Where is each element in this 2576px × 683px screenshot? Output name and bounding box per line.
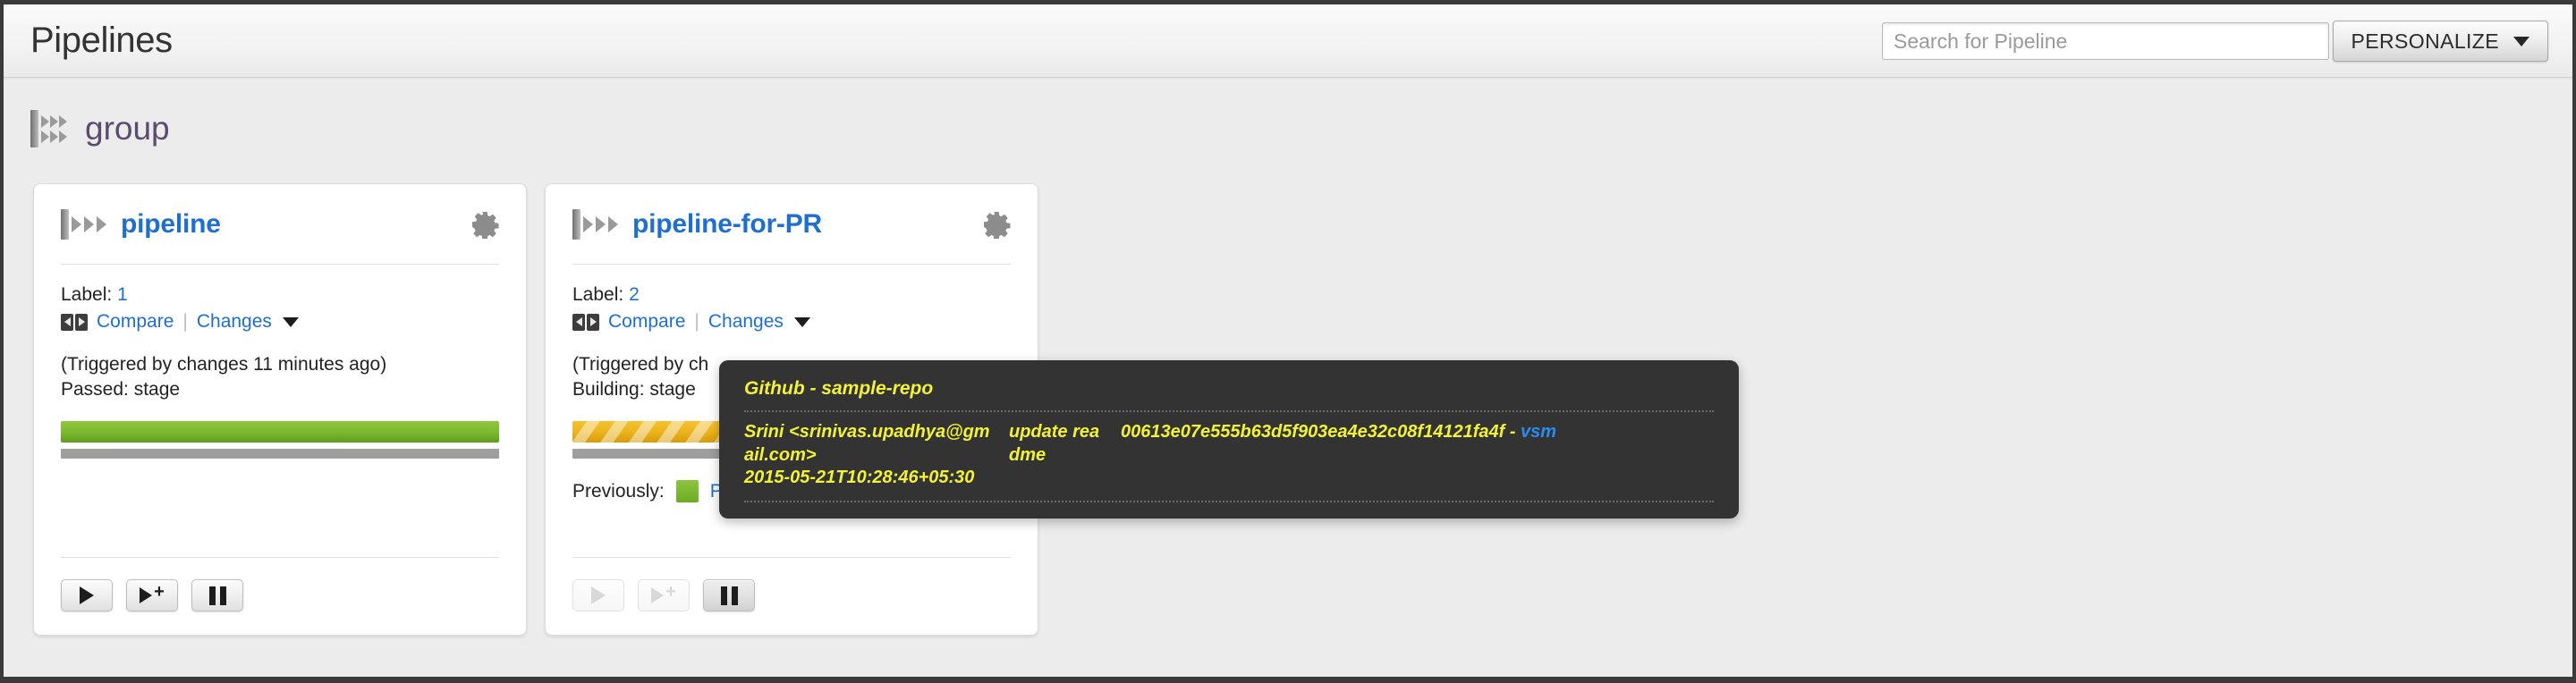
pipeline-stage-bars [61,421,499,460]
compare-link[interactable]: Compare [97,311,174,333]
chevron-down-icon[interactable] [793,316,810,327]
tooltip-timestamp: 2015-05-21T10:28:46+05:30 [744,468,975,488]
search-input[interactable] [1882,22,2329,60]
pipeline-group-icon [30,110,67,148]
changes-link[interactable]: Changes [708,311,784,333]
chevron-down-icon [2513,36,2529,46]
tooltip-author-cell: Srini <srinivas.upadhya@gmail.com> 2015-… [744,421,1009,490]
tooltip-revision-cell: 00613e07e555b63d5f903ea4e32c08f14121fa4f… [1121,421,1714,490]
previously-status-swatch [675,480,699,503]
trigger-pipeline-button [572,579,624,611]
compare-icon [61,313,88,331]
group-icon-bar [30,110,38,148]
pipeline-icon [61,208,106,240]
pipeline-label-value[interactable]: 2 [629,284,640,305]
pipeline-card-actions: + [572,557,1011,611]
tooltip-comment: update readme [1009,422,1100,465]
trigger-with-options-button: + [638,579,690,611]
gear-icon[interactable] [982,210,1011,239]
compare-link[interactable]: Compare [608,311,685,333]
play-icon [140,587,153,603]
pipeline-card-header: pipeline-for-PR [572,184,1011,265]
tooltip-vsm-link[interactable]: vsm [1521,422,1556,442]
group-icon-chevron-row [41,114,67,128]
previously-label: Previously: [572,480,665,502]
pipeline-name-link[interactable]: pipeline-for-PR [632,209,822,240]
pipeline-card-body: Label: 1 Compare | Changes (Triggered by… [61,265,499,460]
pipeline-name-wrap[interactable]: pipeline [61,208,221,240]
plus-icon: + [665,582,676,602]
personalize-button[interactable]: PERSONALIZE [2332,21,2548,62]
compare-icon [572,313,599,331]
changes-link[interactable]: Changes [197,311,272,333]
chevron-down-icon[interactable] [282,316,299,327]
pipelines-dashboard-page: Pipelines PERSONALIZE group [0,0,2576,683]
pipeline-status-text: Passed: stage [61,378,181,400]
pipeline-label-prefix: Label: [572,284,624,305]
pipeline-label-row: Label: 2 [572,284,1011,306]
tooltip-divider-bottom [744,500,1714,502]
page-title: Pipelines [30,21,173,60]
play-icon [80,586,94,604]
pause-pipeline-button[interactable] [703,579,755,611]
pipeline-name-wrap[interactable]: pipeline-for-PR [572,208,822,240]
pipeline-group-header: group [30,110,170,148]
trigger-with-options-button[interactable]: + [126,579,178,611]
play-icon [651,587,665,603]
tooltip-modification-row: Srini <srinivas.upadhya@gmail.com> 2015-… [744,412,1714,501]
stage-status-bar[interactable] [61,421,499,443]
pipeline-label-value[interactable]: 1 [117,284,128,305]
plus-icon: + [154,582,165,602]
pipeline-card: pipeline Label: 1 Compare | Changes (Tri… [33,183,527,636]
group-icon-chevron-row [41,130,67,143]
gear-icon[interactable] [470,210,499,239]
pipeline-label-row: Label: 1 [61,284,499,306]
play-icon [591,586,606,604]
changes-tooltip: Github - sample-repo Srini <srinivas.upa… [719,360,1739,519]
tooltip-material-title: Github - sample-repo [744,378,934,399]
pipeline-links-row: Compare | Changes [572,311,1011,333]
links-separator: | [694,311,699,332]
group-title: group [85,110,170,147]
page-header: Pipelines PERSONALIZE [4,4,2572,78]
tooltip-revision: 00613e07e555b63d5f903ea4e32c08f14121fa4f… [1121,422,1521,442]
pipeline-card-actions: + [61,557,499,611]
pipeline-name-link[interactable]: pipeline [121,209,221,240]
stage-progress-bar [61,449,499,460]
pause-pipeline-button[interactable] [191,579,243,611]
trigger-pipeline-button[interactable] [61,579,113,611]
pause-icon [720,586,738,605]
pipeline-icon [572,208,618,240]
links-separator: | [182,311,188,332]
pause-icon [208,586,226,605]
tooltip-author: Srini <srinivas.upadhya@gmail.com> [744,422,990,465]
pipeline-card-header: pipeline [61,184,499,265]
personalize-button-label: PERSONALIZE [2351,29,2499,53]
pipeline-trigger-text: (Triggered by changes 11 minutes ago) [61,354,387,375]
group-icon-chevrons [41,114,67,143]
pipeline-label-prefix: Label: [61,284,113,305]
pipeline-links-row: Compare | Changes [61,311,499,333]
